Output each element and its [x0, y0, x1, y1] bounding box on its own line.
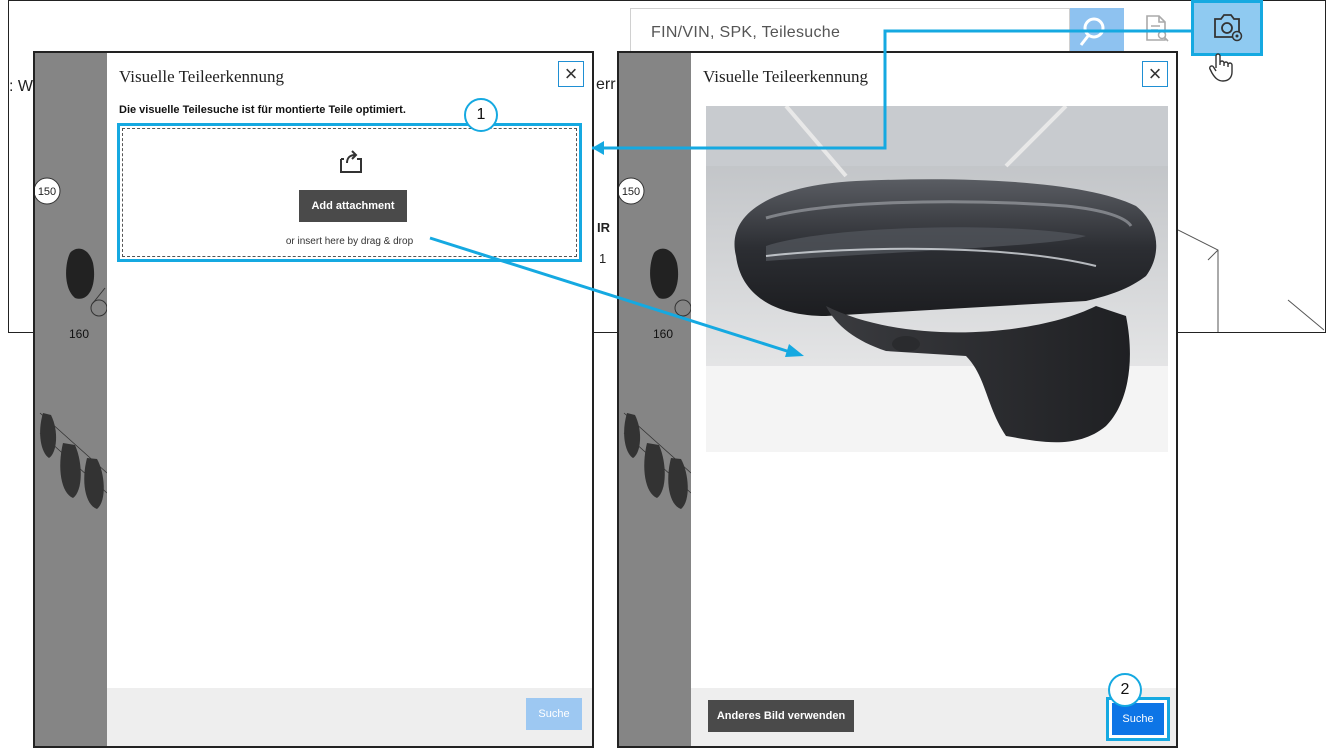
arrow-head-right [785, 344, 804, 357]
step-callout-2: 2 [1108, 673, 1142, 707]
step-callout-1: 1 [464, 98, 498, 132]
arrow-head-left [592, 141, 604, 155]
annotation-overlay [429, 29, 1192, 357]
